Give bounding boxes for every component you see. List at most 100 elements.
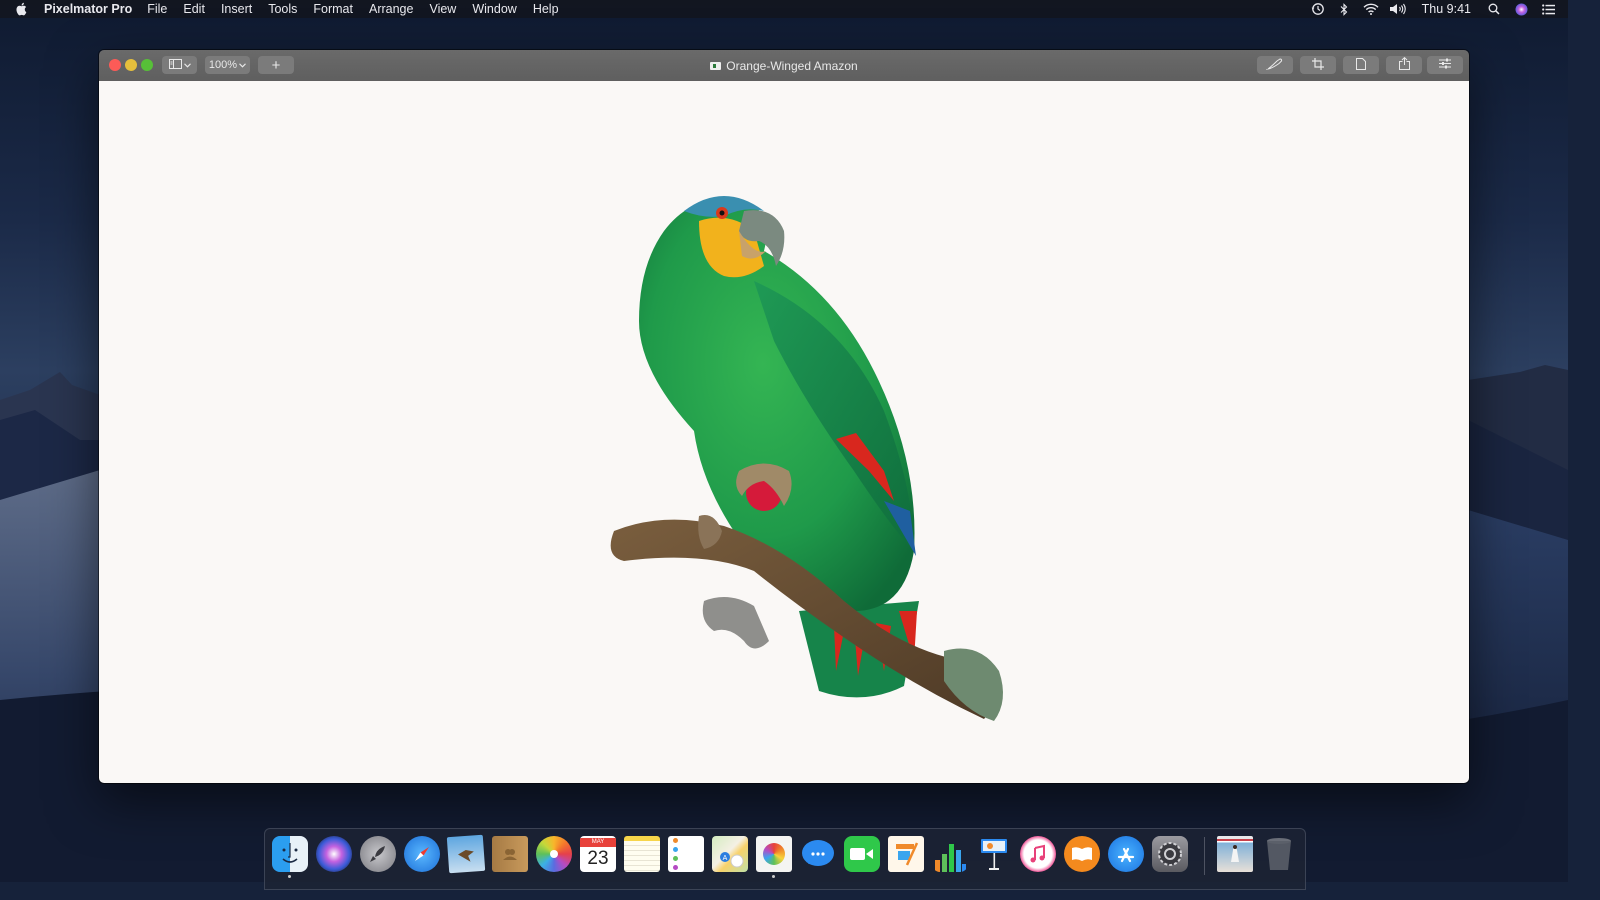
dock-app-finder[interactable]	[272, 836, 308, 878]
apple-menu-icon[interactable]	[15, 0, 31, 18]
app-store-icon	[1108, 836, 1144, 872]
dock-app-keynote[interactable]	[976, 836, 1012, 872]
adjustments-icon	[1439, 58, 1451, 72]
notes-icon	[624, 836, 660, 872]
parrot-illustration	[610, 196, 1003, 721]
dock-app-mail[interactable]	[446, 834, 486, 874]
window-minimize-button[interactable]	[125, 59, 137, 71]
parrot-foot-lower	[702, 597, 769, 649]
branch-moss	[944, 648, 1003, 721]
dock-app-messages[interactable]	[800, 836, 836, 872]
document-icon	[1356, 57, 1366, 73]
image-canvas[interactable]	[99, 81, 1469, 783]
add-button[interactable]: +	[258, 56, 294, 74]
siri-icon	[316, 836, 352, 872]
dock-app-system-preferences[interactable]	[1152, 836, 1188, 872]
repair-brush-icon	[1266, 57, 1284, 73]
dock-app-numbers[interactable]	[932, 836, 968, 872]
keynote-podium-icon	[976, 836, 1012, 872]
mail-stamp-icon	[446, 834, 486, 874]
menu-format[interactable]: Format	[313, 0, 353, 18]
dock-app-maps[interactable]: A	[712, 836, 748, 872]
time-machine-icon[interactable]	[1310, 0, 1326, 18]
dock-app-ibooks[interactable]	[1064, 836, 1100, 872]
volume-icon[interactable]	[1388, 0, 1408, 18]
calendar-month: MAY	[580, 837, 616, 847]
share-button[interactable]	[1386, 56, 1422, 74]
stack-photo-icon	[1217, 836, 1253, 872]
calendar-icon: MAY 23	[580, 836, 616, 872]
trash-can-icon	[1261, 836, 1297, 872]
dock-app-siri[interactable]	[316, 836, 352, 872]
menu-file[interactable]: File	[147, 0, 167, 18]
dock-stack-downloads[interactable]	[1217, 836, 1253, 872]
dock-app-pages[interactable]	[888, 836, 924, 872]
pages-icon	[888, 836, 924, 872]
running-indicator	[288, 875, 291, 878]
menu-bar: Pixelmator Pro File Edit Insert Tools Fo…	[0, 0, 1568, 18]
dock: MAY 23 A	[264, 828, 1306, 890]
sidebar-toggle-button[interactable]	[162, 56, 197, 74]
dock-app-notes[interactable]	[624, 836, 660, 872]
chevron-down-icon	[183, 59, 191, 71]
format-button[interactable]	[1343, 56, 1379, 74]
image-document-icon	[710, 61, 722, 70]
notification-center-icon[interactable]	[1541, 0, 1555, 18]
window-titlebar[interactable]: 100% + Orange-Winged Amazon	[99, 50, 1469, 82]
facetime-camera-icon	[844, 836, 880, 872]
dock-app-photos[interactable]	[536, 836, 572, 872]
dock-app-reminders[interactable]	[668, 836, 704, 872]
calendar-day: 23	[587, 847, 609, 869]
wifi-icon[interactable]	[1362, 0, 1380, 18]
zoom-level-value: 100%	[208, 59, 238, 71]
dock-app-itunes[interactable]	[1020, 836, 1056, 872]
numbers-chart-icon	[932, 836, 968, 872]
sidebar-icon	[168, 58, 182, 72]
menu-app-name[interactable]: Pixelmator Pro	[44, 0, 132, 18]
dock-app-app-store[interactable]	[1108, 836, 1144, 872]
crop-icon	[1312, 57, 1324, 73]
itunes-music-note-icon	[1020, 836, 1056, 872]
dock-app-facetime[interactable]	[844, 836, 880, 872]
tools-sidebar-button[interactable]	[1427, 56, 1463, 74]
svg-text:A: A	[723, 855, 728, 862]
crop-button[interactable]	[1300, 56, 1336, 74]
siri-icon[interactable]	[1514, 0, 1528, 18]
pixelmator-pro-icon	[756, 836, 792, 872]
ibooks-book-icon	[1064, 836, 1100, 872]
menu-window[interactable]: Window	[472, 0, 516, 18]
dock-app-contacts[interactable]	[492, 836, 528, 872]
menu-insert[interactable]: Insert	[221, 0, 252, 18]
menu-edit[interactable]: Edit	[183, 0, 205, 18]
window-title-text: Orange-Winged Amazon	[726, 58, 858, 73]
contacts-book-icon	[492, 836, 528, 872]
bluetooth-icon[interactable]	[1338, 0, 1350, 18]
running-indicator	[772, 875, 775, 878]
reminders-list-icon	[668, 836, 704, 872]
messages-bubble-icon	[800, 836, 836, 872]
zoom-level-dropdown[interactable]: 100%	[205, 56, 250, 74]
menu-tools[interactable]: Tools	[268, 0, 297, 18]
maps-icon: A	[712, 836, 748, 872]
window-close-button[interactable]	[109, 59, 121, 71]
dock-app-safari[interactable]	[404, 836, 440, 872]
menu-clock[interactable]: Thu 9:41	[1422, 2, 1471, 16]
dock-app-calendar[interactable]: MAY 23	[580, 836, 616, 872]
spotlight-icon[interactable]	[1487, 0, 1501, 18]
menu-view[interactable]: View	[429, 0, 456, 18]
gear-icon	[1152, 836, 1188, 872]
menu-arrange[interactable]: Arrange	[369, 0, 413, 18]
menu-help[interactable]: Help	[533, 0, 559, 18]
dock-separator	[1204, 837, 1205, 875]
dock-app-launchpad[interactable]	[360, 836, 396, 872]
repair-tool-button[interactable]	[1257, 56, 1293, 74]
finder-icon	[272, 836, 308, 872]
launchpad-rocket-icon	[360, 836, 396, 872]
dock-app-pixelmator-pro[interactable]	[756, 836, 792, 878]
safari-compass-icon	[404, 836, 440, 872]
dock-trash[interactable]	[1261, 836, 1297, 872]
share-icon	[1398, 56, 1410, 73]
photos-flower-icon	[536, 836, 572, 872]
pixelmator-window: 100% + Orange-Winged Amazon	[99, 50, 1469, 783]
window-zoom-button[interactable]	[141, 59, 153, 71]
